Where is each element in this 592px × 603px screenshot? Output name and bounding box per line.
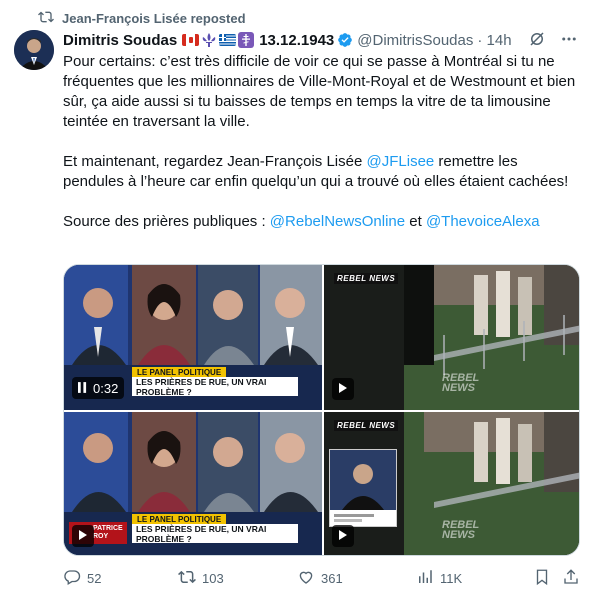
- media-video-1[interactable]: LE PANEL POLITIQUE LES PRIÈRES DE RUE, U…: [64, 265, 322, 410]
- author-date: 13.12.1943: [259, 31, 335, 49]
- bookmark-icon: [533, 568, 551, 589]
- avatar[interactable]: [14, 30, 54, 70]
- header-actions: [528, 30, 578, 52]
- watermark-line-2: NEWS: [442, 382, 475, 394]
- repost-count: 103: [202, 570, 224, 586]
- tweet-paragraph-3: Source des prières publiques : @RebelNew…: [63, 212, 578, 232]
- views-button[interactable]: 11K: [416, 568, 462, 589]
- tweet-paragraph-2: Et maintenant, regardez Jean-François Li…: [63, 152, 578, 192]
- rebel-news-logo: REBEL NEWS: [334, 420, 399, 431]
- play-badge[interactable]: [332, 525, 354, 547]
- mention-rebelnewsonline[interactable]: @RebelNewsOnline: [270, 213, 405, 230]
- orthodox-cross-icon: [238, 32, 255, 48]
- repost-icon: [178, 568, 196, 589]
- fleur-de-lis-icon: [201, 33, 217, 47]
- play-icon: [78, 527, 88, 545]
- play-badge[interactable]: [72, 525, 94, 547]
- rebel-watermark: REBEL NEWS: [442, 520, 479, 541]
- name-emojis: [182, 32, 255, 48]
- media-grid: LE PANEL POLITIQUE LES PRIÈRES DE RUE, U…: [63, 264, 580, 556]
- name-tag-last: ROY: [93, 533, 109, 540]
- author-handle[interactable]: @DimitrisSoudas: [357, 32, 473, 49]
- rebel-watermark: REBEL NEWS: [442, 373, 479, 394]
- tweet-header: Dimitris Soudas 13.12.1943 @DimitrisSoud…: [63, 30, 578, 50]
- video-time: 0:32: [93, 380, 119, 396]
- play-icon: [338, 380, 348, 398]
- repost-button[interactable]: 103: [178, 568, 224, 589]
- bookmark-button[interactable]: [533, 568, 551, 589]
- views-count: 11K: [440, 570, 463, 586]
- flag-canada-icon: [182, 34, 200, 46]
- video-timer[interactable]: 0:32: [72, 377, 125, 399]
- headline-banner: LES PRIÈRES DE RUE, UN VRAI PROBLÈME ?: [132, 524, 298, 544]
- tweet-paragraph-1: Pour certains: c’est très difficile de v…: [63, 53, 576, 130]
- media-video-3[interactable]: PATRICE ROY LE PANEL POLITIQUE LES PRIÈR…: [64, 412, 322, 555]
- mention-thevoicealexa[interactable]: @ThevoiceAlexa: [426, 213, 540, 230]
- watermark-line-2: NEWS: [442, 529, 475, 541]
- repost-icon: [38, 9, 54, 28]
- share-icon: [562, 568, 580, 589]
- mention-jflisee[interactable]: @JFLisee: [367, 153, 435, 170]
- rebel-news-logo: REBEL NEWS: [334, 273, 399, 284]
- reply-count: 52: [87, 570, 102, 586]
- text-segment: et: [405, 213, 426, 230]
- media-video-4[interactable]: REBEL NEWS REBEL NEWS: [324, 412, 579, 555]
- text-segment: Source des prières publiques :: [63, 213, 270, 230]
- inset-portrait: [329, 449, 397, 527]
- reply-button[interactable]: 52: [63, 568, 101, 589]
- repost-indicator[interactable]: Jean-François Lisée reposted: [38, 9, 246, 27]
- reply-icon: [63, 568, 81, 589]
- more-icon[interactable]: [560, 30, 578, 52]
- repost-label: Jean-François Lisée reposted: [62, 10, 246, 26]
- grok-icon[interactable]: [528, 30, 546, 52]
- tweet-time[interactable]: · 14h: [477, 32, 511, 49]
- action-bar: 52 103 361 11K: [63, 567, 580, 589]
- play-icon: [338, 527, 348, 545]
- flag-greece-icon: [219, 34, 237, 46]
- author-name[interactable]: Dimitris Soudas: [63, 32, 177, 49]
- headline-banner: LES PRIÈRES DE RUE, UN VRAI PROBLÈME ?: [132, 377, 298, 397]
- pause-icon[interactable]: [78, 381, 87, 396]
- like-button[interactable]: 361: [297, 568, 343, 589]
- verified-badge-icon: [337, 32, 353, 48]
- text-segment: Et maintenant, regardez Jean-François Li…: [63, 153, 367, 170]
- views-icon: [416, 568, 434, 589]
- heart-icon: [297, 568, 315, 589]
- play-badge[interactable]: [332, 378, 354, 400]
- tweet-text: Pour certains: c’est très difficile de v…: [63, 52, 578, 232]
- share-button[interactable]: [562, 568, 580, 589]
- like-count: 361: [321, 570, 343, 586]
- name-tag-first: PATRICE: [93, 525, 123, 532]
- media-video-2[interactable]: REBEL NEWS REBEL NEWS: [324, 265, 579, 410]
